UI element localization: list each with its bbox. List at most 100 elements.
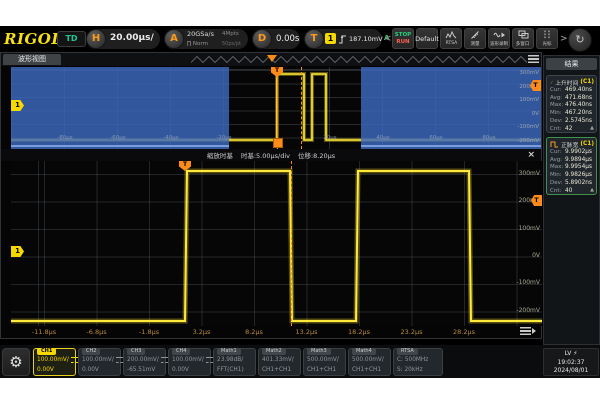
trigger-source-badge: 1 <box>325 33 336 44</box>
zoom-time-label: 23.2μs <box>396 328 428 336</box>
pulse-width-icon <box>550 141 559 148</box>
cursor-button[interactable]: 光标 <box>536 28 558 49</box>
zoom-volt-label: 0V <box>532 252 540 259</box>
dc-coupling-icon <box>206 357 213 363</box>
trigger-slope-icon <box>338 34 347 44</box>
status-time: 19:02:37 <box>544 359 598 368</box>
zoom-time-label: -1.8μs <box>133 328 165 336</box>
zoom-offset-dashed-line[interactable] <box>291 161 292 326</box>
channel-box-ch4[interactable]: CH4 100.00mV/ 0.00V <box>168 348 211 376</box>
waveform-menu-icon[interactable] <box>520 327 536 335</box>
overview-trace-ch1 <box>11 67 541 149</box>
spectrum-icon <box>445 31 457 39</box>
card-flag-icon: ▲ <box>590 125 594 131</box>
measurement-card-rise-time[interactable]: 上升时间 (C1) Cur:469.40ns Avg:471.68ns Max:… <box>546 75 597 133</box>
channel-box-ch3[interactable]: CH3 200.00mV/Ω -65.51mV <box>123 348 166 376</box>
card-flag-icon: ▲ <box>590 187 594 193</box>
zoom-time-label: -6.8μs <box>81 328 113 336</box>
window-menu-icon[interactable] <box>528 55 539 63</box>
measure-button[interactable]: 测量 <box>464 28 486 49</box>
overview-volt-label: 100mV <box>519 97 539 103</box>
toolbar-scroll-left-icon[interactable]: < <box>384 34 392 44</box>
acquisition-control[interactable]: A 20GSa/s ∏ Norm 4Mpts 50ps/pt <box>164 29 248 49</box>
math-box-math2[interactable]: Math2 401.33mV/ CH1+CH1 <box>258 348 301 376</box>
memory-depth: 4Mpts <box>222 31 239 37</box>
zoom-timebase-bar: 缩放时基 时基:5.00μs/div 位移:8.20μs <box>1 149 541 161</box>
measurement-card-positive-width[interactable]: 正脉宽 (C1) Cur:9.9902μs Avg:9.9894μs Max:9… <box>546 137 597 195</box>
zoom-trace-ch1 <box>11 161 542 326</box>
math-box-math1[interactable]: Math1 23.98dB/ FFT(CH1) <box>213 348 256 376</box>
zoom-timebase-value: 时基:5.00μs/div <box>241 150 290 160</box>
power-icon: ⚡ <box>573 350 577 357</box>
multi-window-button[interactable]: 多窗口 <box>512 28 534 49</box>
header-bar: RIGOL TD H 20.00μs/ A 20GSa/s ∏ Norm 4Mp… <box>0 26 600 52</box>
sample-rate: 20GSa/s <box>187 30 214 38</box>
overview-volt-label: -200mV <box>517 138 539 144</box>
horizontal-scale-control[interactable]: H 20.00μs/ <box>86 29 160 49</box>
zoom-time-axis: -11.8μs -6.8μs -1.8μs 3.2μs 8.2μs 13.2μs… <box>1 326 541 339</box>
zoom-time-label: 13.2μs <box>291 328 323 336</box>
rtsa-box[interactable]: RTSA C: 500MHz S: 20kHz <box>393 348 443 376</box>
channel-box-ch2[interactable]: CH2 100.00mV/ 0.00V <box>78 348 121 376</box>
rotate-screen-button[interactable]: ↻ <box>568 28 592 52</box>
zoom-time-label: 18.2μs <box>343 328 375 336</box>
zoom-volt-label: 100mV <box>519 225 540 232</box>
status-date: 2024/08/01 <box>544 367 598 376</box>
overview-plot[interactable]: -80μs -60μs -40μs -20μs 20μs 40μs 60μs 8… <box>11 67 541 149</box>
run-label: RUN <box>396 39 409 45</box>
horizontal-scale-value: 20.00μs/ <box>110 33 154 43</box>
close-zoom-icon[interactable]: × <box>527 150 535 160</box>
results-panel: 结果 上升时间 (C1) Cur:469.40ns Avg:471.68ns M… <box>543 55 600 345</box>
cursor-icon <box>542 30 552 39</box>
zoom-volt-label: -200mV <box>516 307 540 314</box>
ruler-zigzag-decoration <box>191 55 527 64</box>
waveform-tab-strip: 波形视图 <box>1 53 541 66</box>
trigger-level-value: 187.10mV <box>349 35 383 43</box>
results-title[interactable]: 结果 <box>546 58 597 70</box>
delay-control[interactable]: D 0.00s <box>252 29 300 49</box>
overview-time-label: 20μs <box>317 135 343 141</box>
multi-window-icon <box>518 30 529 39</box>
overview-time-label: 40μs <box>370 135 396 141</box>
default-button[interactable]: Default <box>416 28 438 49</box>
run-stop-button[interactable]: STOP RUN <box>392 28 414 49</box>
overview-volt-label: -100mV <box>517 124 539 130</box>
zoom-mode-label: 缩放时基 <box>207 150 233 160</box>
settings-gear-icon[interactable]: ⚙ <box>2 348 30 376</box>
rtsa-button[interactable]: RTSA <box>440 28 462 49</box>
zoom-plot[interactable]: 300mV 200mV 100mV 0V -100mV -200mV T 1 T <box>11 161 542 326</box>
zoom-time-label: 28.2μs <box>448 328 480 336</box>
acquisition-knob-icon[interactable]: A <box>164 29 184 49</box>
channel-box-ch1[interactable]: CH1 100.00mV/Ω 0.00V <box>33 348 76 376</box>
ruler-icon <box>470 30 481 39</box>
oscilloscope-screen: RIGOL TD H 20.00μs/ A 20GSa/s ∏ Norm 4Mp… <box>0 26 600 378</box>
trigger-knob-icon[interactable]: T <box>304 29 324 49</box>
rise-time-icon <box>550 79 553 86</box>
trigger-position-line[interactable] <box>277 67 278 149</box>
overview-time-label: 60μs <box>423 135 449 141</box>
zoom-volt-label: -100mV <box>516 279 540 286</box>
trigger-status-badge: TD <box>57 31 86 47</box>
waveform-view-tab[interactable]: 波形视图 <box>3 54 61 65</box>
zoom-volt-label: 300mV <box>519 170 540 177</box>
bottom-status-bar: ⚙ CH1 100.00mV/Ω 0.00V CH2 100.00mV/ 0.0… <box>0 345 600 378</box>
waveform-record-icon <box>493 31 506 39</box>
zoom-window-dashed-line <box>301 67 302 149</box>
overview-time-label: -80μs <box>52 135 78 141</box>
trigger-position-ruler-marker[interactable] <box>267 55 277 62</box>
record-button[interactable]: 波形录制 <box>488 28 510 49</box>
toolbar-scroll-right-icon[interactable]: > <box>560 34 568 44</box>
horizontal-knob-icon[interactable]: H <box>86 29 106 49</box>
waveform-view-window: 波形视图 -80μs -60μs -40μs -20μs 20μs 40μs 6… <box>0 52 542 339</box>
dc-coupling-icon <box>116 357 123 363</box>
clock-status-box[interactable]: LV ⚡ 19:02:37 2024/08/01 <box>543 348 599 376</box>
zoom-window-handle[interactable] <box>273 138 283 148</box>
trigger-control[interactable]: T 1 187.10mV A <box>304 29 382 49</box>
math-box-math3[interactable]: Math3 500.00mV/ CH1+CH1 <box>303 348 346 376</box>
dc-coupling-icon <box>161 357 168 363</box>
stop-label: STOP <box>395 32 411 38</box>
delay-knob-icon[interactable]: D <box>252 29 272 49</box>
overview-time-label: -40μs <box>158 135 184 141</box>
math-box-math4[interactable]: Math4 500.00mV/ CH1+CH1 <box>348 348 391 376</box>
zoom-time-label: 3.2μs <box>186 328 218 336</box>
